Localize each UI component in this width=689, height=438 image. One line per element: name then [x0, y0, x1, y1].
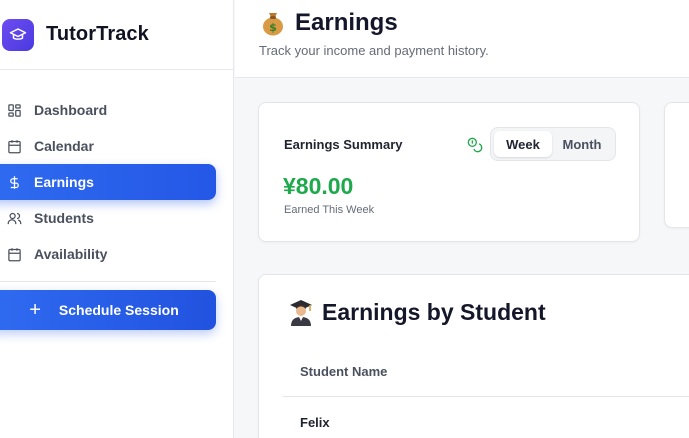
earnings-by-student-card: Earnings by Student Student Name Felix — [258, 274, 689, 438]
page-subtitle: Track your income and payment history. — [259, 43, 489, 58]
schedule-session-label: Schedule Session — [58, 302, 179, 318]
app: TutorTrack Dashboard Calendar Earnings S… — [0, 0, 689, 438]
sidebar-item-calendar[interactable]: Calendar — [0, 128, 216, 164]
secondary-card — [664, 102, 689, 228]
sidebar-item-label: Calendar — [34, 138, 94, 154]
sidebar-item-label: Dashboard — [34, 102, 108, 118]
svg-text:$: $ — [269, 21, 277, 34]
earnings-amount-caption: Earned This Week — [284, 204, 375, 216]
money-bag-icon: $ — [263, 13, 283, 36]
table-row[interactable]: Felix — [300, 415, 330, 430]
plus-icon: + — [29, 299, 41, 321]
dashboard-icon — [6, 102, 22, 118]
earnings-by-student-title: Earnings by Student — [288, 298, 546, 326]
earnings-by-student-title-text: Earnings by Student — [322, 298, 546, 325]
period-toggle: Week Month — [490, 127, 616, 161]
sidebar-item-label: Students — [34, 210, 94, 226]
toggle-month[interactable]: Month — [552, 131, 612, 157]
table-header-student-name[interactable]: Student Name — [283, 347, 689, 397]
sidebar-item-earnings[interactable]: Earnings — [0, 164, 216, 200]
sidebar: TutorTrack Dashboard Calendar Earnings S… — [0, 0, 234, 438]
student-icon — [290, 300, 312, 326]
coins-icon — [467, 137, 483, 153]
page-title: $ Earnings — [259, 8, 689, 38]
earnings-summary-title: Earnings Summary — [284, 137, 403, 152]
page-header: $ Earnings Track your income and payment… — [235, 0, 689, 78]
calendar-icon — [6, 246, 22, 262]
toggle-week[interactable]: Week — [494, 131, 552, 157]
sidebar-nav: Dashboard Calendar Earnings Students Ava… — [0, 70, 233, 330]
sidebar-item-dashboard[interactable]: Dashboard — [0, 92, 216, 128]
brand[interactable]: TutorTrack — [0, 0, 233, 70]
schedule-session-button[interactable]: + Schedule Session — [0, 290, 216, 330]
page-title-text: Earnings — [295, 9, 398, 36]
sidebar-item-label: Earnings — [34, 174, 94, 190]
users-icon — [6, 210, 22, 226]
app-name: TutorTrack — [46, 23, 149, 45]
sidebar-item-label: Availability — [34, 246, 108, 262]
earnings-summary-card: Earnings Summary Week Month ¥80.00 Earne… — [258, 102, 640, 242]
earnings-amount: ¥80.00 — [283, 173, 354, 199]
main-content: $ Earnings Track your income and payment… — [235, 0, 689, 438]
calendar-icon — [6, 138, 22, 154]
dollar-icon — [6, 174, 22, 190]
sidebar-divider — [0, 281, 216, 282]
sidebar-item-availability[interactable]: Availability — [0, 236, 216, 272]
graduation-cap-icon — [2, 18, 34, 51]
sidebar-item-students[interactable]: Students — [0, 200, 216, 236]
